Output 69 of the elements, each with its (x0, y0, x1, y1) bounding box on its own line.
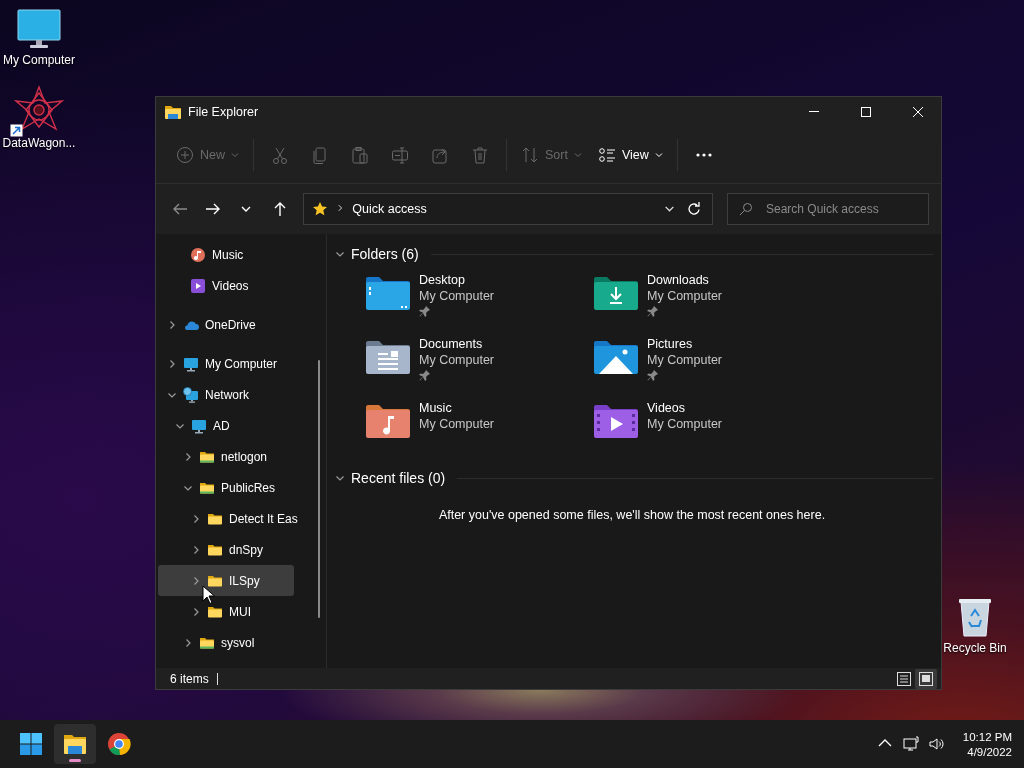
folder-icon (164, 104, 182, 120)
tree-item[interactable]: Videos (158, 270, 294, 301)
close-icon (912, 106, 924, 118)
folder-icon (63, 732, 87, 756)
folder-name: Desktop (419, 273, 466, 287)
tree-item[interactable]: OneDrive (158, 309, 294, 340)
desktop-icon-label: My Computer (3, 53, 75, 67)
section-header[interactable]: Folders (6) (335, 244, 419, 264)
folder-location: My Computer (419, 289, 495, 303)
address-bar[interactable]: Quick access (303, 193, 713, 225)
refresh-icon (686, 201, 702, 217)
star-icon (312, 201, 329, 217)
tree-item[interactable]: Music (158, 239, 294, 270)
folder-name: Documents (419, 337, 484, 351)
caret-icon (654, 151, 663, 159)
sort-arrows-icon (521, 146, 539, 164)
folder-location: My Computer (647, 289, 723, 303)
file-explorer-taskbar-button[interactable] (54, 724, 96, 764)
item-count: 6 items (170, 672, 218, 685)
large-icons-view-button[interactable] (915, 668, 937, 689)
folder-name: Videos (647, 401, 686, 415)
search-field[interactable]: Search Quick access (727, 193, 929, 225)
tree-item[interactable]: sysvol (158, 627, 294, 658)
tree-item[interactable]: AD (158, 410, 294, 441)
video-icon (190, 277, 206, 294)
tree-item[interactable]: My Computer (158, 348, 294, 379)
clock-date: 4/9/2022 (967, 745, 1012, 758)
empty-message: After you've opened some files, we'll show the most recent ones here. (437, 507, 827, 522)
view-button[interactable]: View (589, 137, 671, 173)
desktop-icon-label: Recycle Bin (943, 641, 1007, 655)
tree-item[interactable]: dnSpy (158, 534, 294, 565)
folder-name: Pictures (647, 337, 694, 351)
network-icon (183, 386, 199, 403)
large-icons-view-icon (918, 670, 934, 687)
window-title: File Explorer (188, 105, 260, 119)
folder-location: My Computer (647, 353, 723, 367)
music-note-icon (190, 246, 206, 263)
scrollbar-thumb[interactable] (318, 360, 320, 618)
tree-item[interactable]: ILSpy (158, 565, 294, 596)
network-icon (902, 736, 919, 752)
tree-item[interactable]: netlogon (158, 441, 294, 472)
monitor-icon (183, 355, 199, 372)
recycle-bin-icon (957, 596, 993, 638)
monitor-icon (191, 417, 207, 434)
mouse-pointer-icon (202, 585, 215, 605)
folder-name: Downloads (647, 273, 710, 287)
monitor-icon (17, 8, 61, 50)
volume-icon (928, 736, 945, 752)
clock-time: 10:12 PM (962, 730, 1012, 743)
section-header[interactable]: Recent files (0) (335, 468, 446, 488)
caret-icon (231, 151, 239, 159)
chevron-right-icon (336, 204, 345, 214)
windows-logo-icon (19, 732, 43, 756)
folder-name: Music (419, 401, 453, 415)
maximize-icon (860, 106, 872, 118)
view-list-icon (597, 146, 616, 164)
folder-location: My Computer (419, 417, 495, 431)
starburst-logo-icon (14, 85, 64, 133)
desktop-icon-label: DataWagon... (2, 136, 76, 150)
search-icon (739, 202, 753, 216)
chrome-icon (107, 732, 131, 756)
address-path: Quick access (352, 202, 428, 216)
folder-location: My Computer (419, 353, 495, 367)
plus-circle-icon (176, 146, 194, 164)
tree-item[interactable]: Network (158, 379, 294, 410)
folder-location: My Computer (647, 417, 723, 431)
details-view-icon (896, 670, 912, 687)
tree-item[interactable]: PublicRes (158, 472, 294, 503)
caret-icon (573, 151, 582, 159)
